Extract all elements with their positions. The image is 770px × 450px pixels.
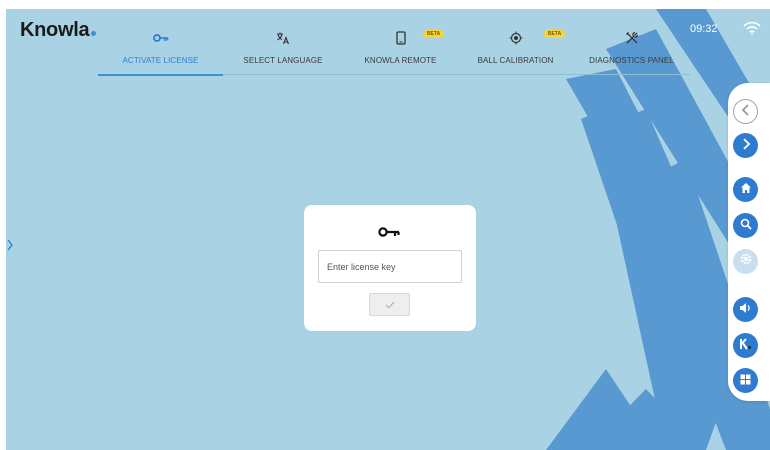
search-button[interactable] [733,213,758,238]
beta-badge: BETA [544,30,566,38]
knowla-k-icon [739,337,752,355]
clock: 09:32 [690,23,718,35]
windows-icon [740,372,751,390]
wifi-icon [743,21,761,40]
tab-activate-license[interactable]: ACTIVATE LICENSE [98,21,223,76]
back-icon [741,103,751,121]
beta-badge: BETA [423,30,445,38]
settings-button[interactable] [733,249,758,274]
knowla-button[interactable] [733,333,758,358]
app-screen: Knowla ACTIVATE LICENSE SELECT LANGUAGE … [6,9,770,450]
tab-diagnostics-panel[interactable]: DIAGNOSTICS PANEL [573,21,690,75]
forward-button[interactable] [733,133,758,158]
side-dock [728,83,770,401]
search-icon [740,217,752,235]
volume-icon [739,301,752,319]
tab-label: SELECT LANGUAGE [243,56,323,65]
translate-icon [276,26,290,50]
knowla-logo: Knowla [20,19,97,42]
tab-ball-calibration[interactable]: BETA BALL CALIBRATION [458,21,573,75]
key-icon [378,225,400,243]
check-icon [385,296,395,314]
home-button[interactable] [733,177,758,202]
settings-tabs: ACTIVATE LICENSE SELECT LANGUAGE BETA KN… [98,21,690,76]
tab-label: ACTIVATE LICENSE [122,56,199,65]
tab-knowla-remote[interactable]: BETA KNOWLA REMOTE [343,21,458,75]
forward-icon [741,137,751,155]
windows-button[interactable] [733,368,758,393]
settings-icon [739,252,753,271]
volume-button[interactable] [733,297,758,322]
tab-select-language[interactable]: SELECT LANGUAGE [223,21,343,75]
submit-license-button[interactable] [369,293,410,316]
key-icon [152,26,169,50]
tab-label: KNOWLA REMOTE [364,56,437,65]
back-button[interactable] [733,99,758,124]
tools-icon [625,26,639,50]
phone-icon [395,26,406,50]
tab-label: DIAGNOSTICS PANEL [589,56,674,65]
license-key-input[interactable] [318,250,462,283]
expand-left-panel-icon[interactable] [6,239,14,254]
home-icon [740,181,752,199]
tab-label: BALL CALIBRATION [477,56,554,65]
target-icon [509,26,523,50]
license-card [304,205,476,331]
